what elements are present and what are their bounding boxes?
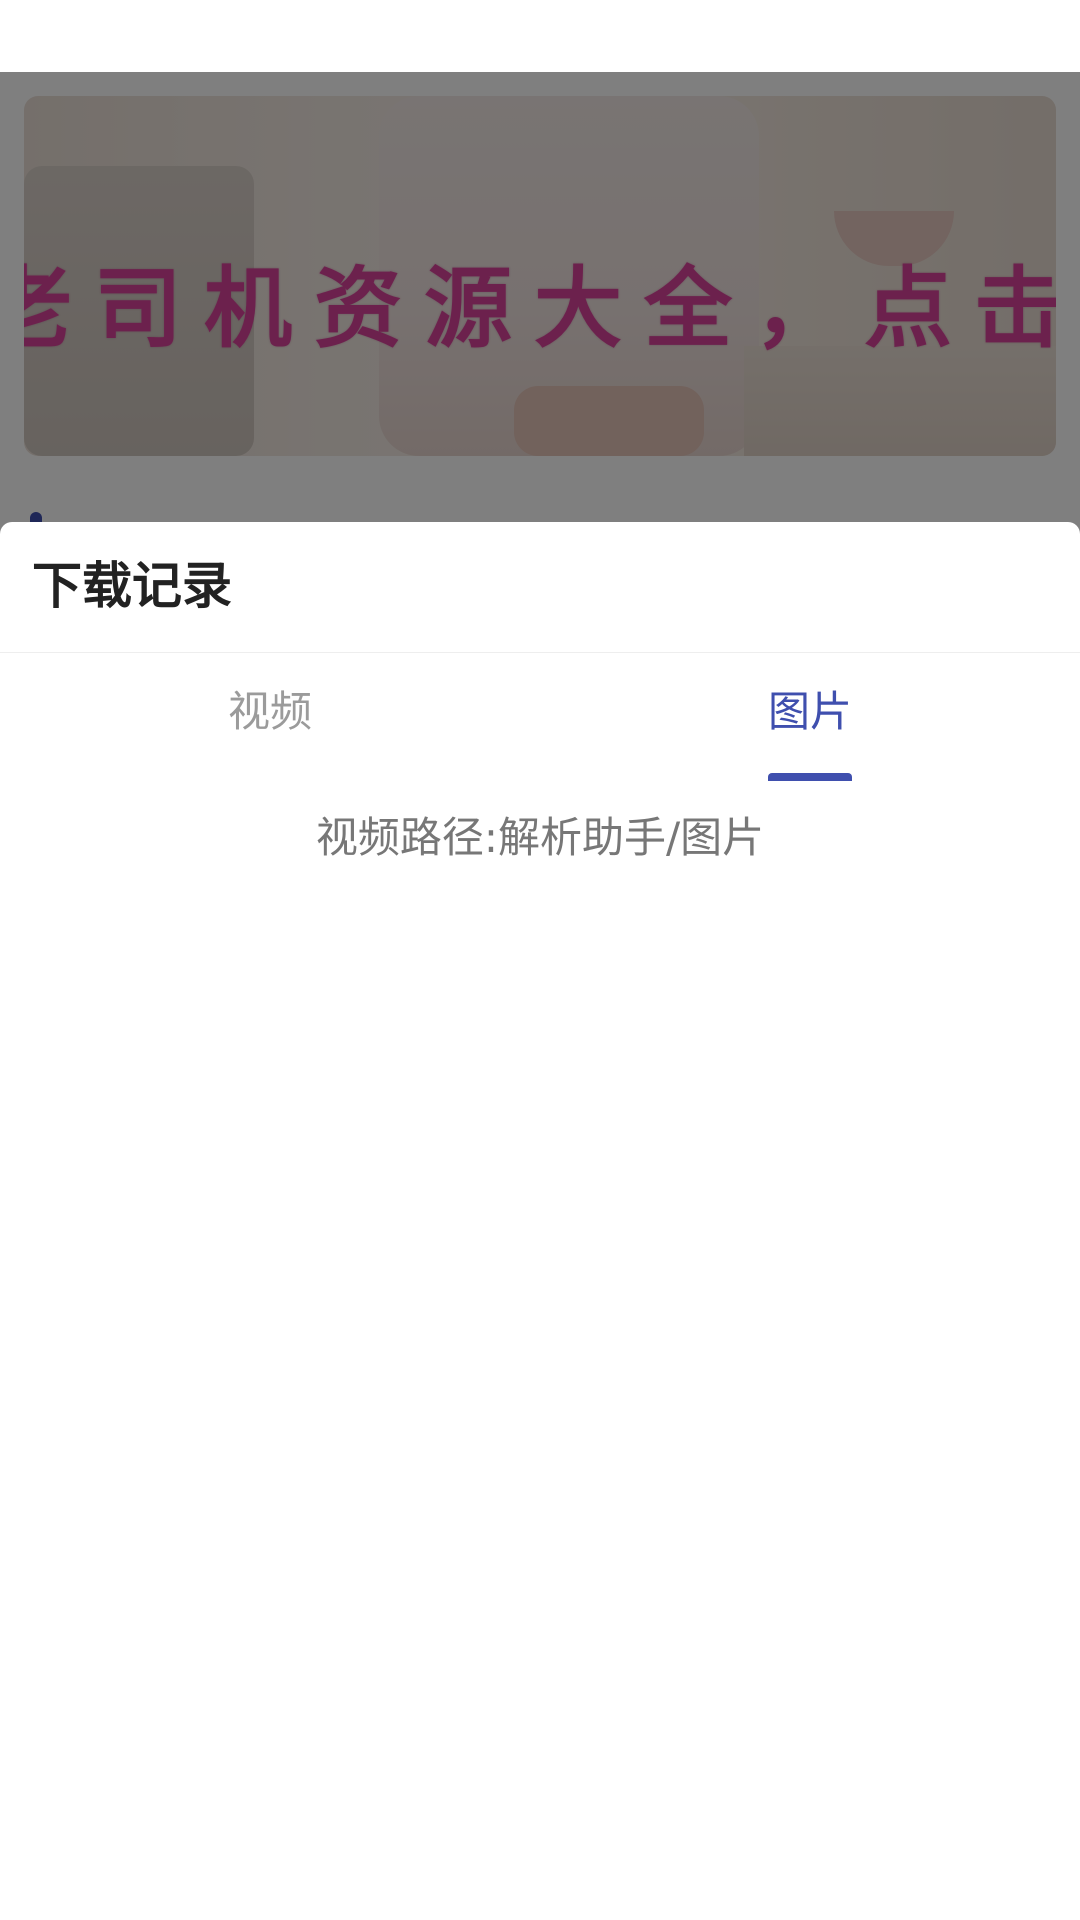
download-records-sheet: 下载记录 视频 图片 视频路径:解析助手/图片 xyxy=(0,522,1080,1920)
save-path-text: 视频路径:解析助手/图片 xyxy=(315,813,765,862)
active-tab-indicator xyxy=(768,773,852,781)
sheet-title: 下载记录 xyxy=(32,557,232,615)
tab-bar: 视频 图片 xyxy=(0,653,1080,783)
tab-video[interactable]: 视频 xyxy=(0,653,540,783)
status-bar xyxy=(0,0,1080,72)
tab-images-label: 图片 xyxy=(767,687,852,736)
tab-images[interactable]: 图片 xyxy=(540,653,1080,783)
tab-video-label: 视频 xyxy=(227,687,312,736)
